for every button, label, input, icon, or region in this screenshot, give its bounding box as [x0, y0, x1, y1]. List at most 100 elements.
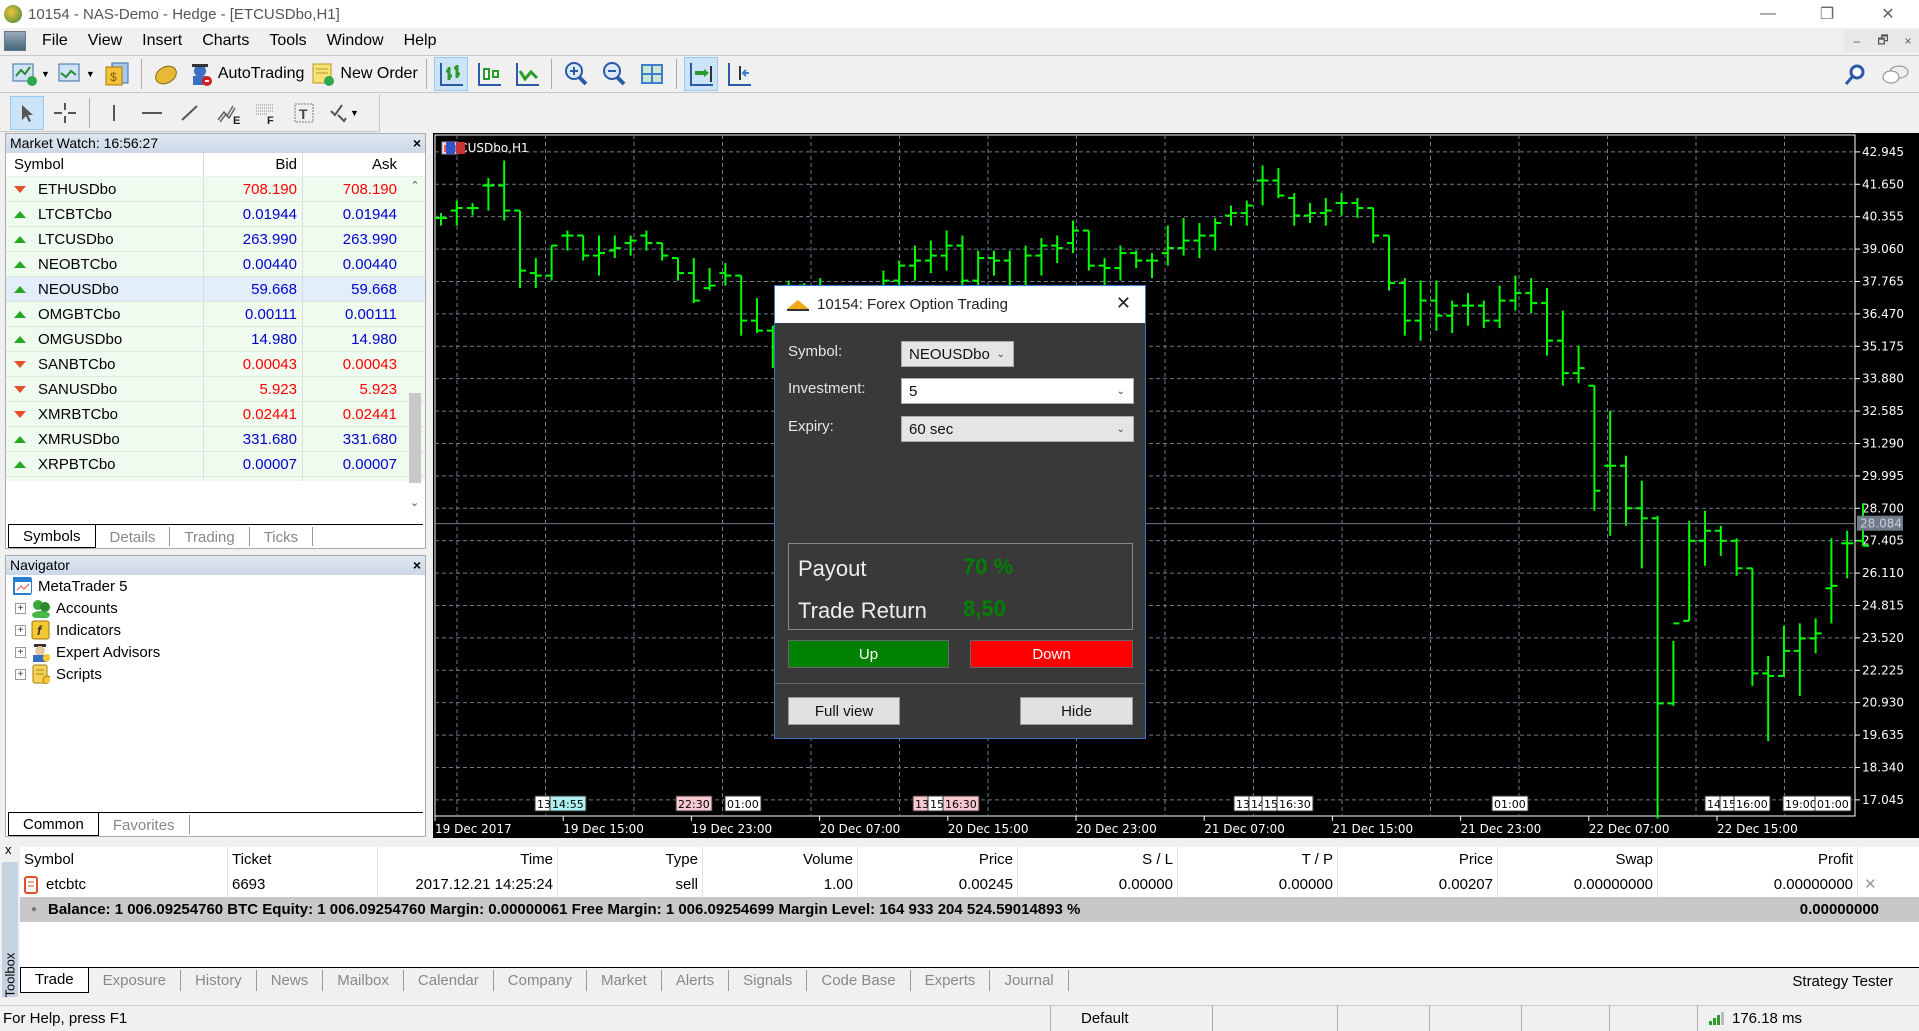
column-header[interactable]: Volume [703, 847, 858, 872]
hide-button[interactable]: Hide [1020, 697, 1133, 725]
down-button[interactable]: Down [970, 640, 1133, 668]
tab-symbols[interactable]: Symbols [8, 525, 96, 548]
column-bid[interactable]: Bid [204, 153, 303, 176]
full-view-button[interactable]: Full view [788, 697, 900, 725]
table-row[interactable]: etcbtc 6693 2017.12.21 14:25:24 sell 1.00 0.0… [20, 872, 1919, 897]
restore-button[interactable]: ❐ [1804, 0, 1850, 28]
navigator-close-button[interactable]: × [413, 556, 421, 575]
strategy-tester-button[interactable]: Strategy Tester [1792, 973, 1893, 990]
investment-input[interactable]: 5 ⌄ [901, 378, 1134, 404]
close-position-icon[interactable]: ✕ [1864, 872, 1877, 897]
expiry-select[interactable]: 60 sec ⌄ [901, 416, 1134, 442]
menu-charts[interactable]: Charts [192, 32, 259, 50]
market-watch-row[interactable]: SANBTCbo 0.00043 0.00043 [6, 352, 425, 377]
menu-insert[interactable]: Insert [132, 32, 192, 50]
market-watch-row[interactable]: LTCBTCbo 0.01944 0.01944 [6, 202, 425, 227]
chat-button[interactable] [1878, 58, 1912, 92]
tab-code-base[interactable]: Code Base [807, 970, 911, 991]
column-header[interactable]: Time [378, 847, 558, 872]
market-watch-row[interactable]: SANUSDbo 5.923 5.923 [6, 377, 425, 402]
nav-item-expert-advisors[interactable]: + Expert Advisors [6, 641, 425, 663]
zoom-out-button[interactable] [597, 57, 631, 91]
close-window-button[interactable]: ✕ [1865, 0, 1911, 28]
scroll-up-icon[interactable]: ⌃ [407, 179, 423, 192]
tab-details[interactable]: Details [96, 527, 171, 546]
tab-history[interactable]: History [181, 970, 257, 991]
new-chart-button[interactable]: ▼ [10, 57, 51, 91]
column-header[interactable]: S / L [1018, 847, 1178, 872]
market-watch-row[interactable]: XMRUSDbo 331.680 331.680 [6, 427, 425, 452]
cursor-button[interactable] [10, 95, 44, 130]
column-header[interactable]: Swap [1498, 847, 1658, 872]
toolbox-side-tab[interactable]: Toolbox [2, 862, 18, 998]
tab-market[interactable]: Market [587, 970, 662, 991]
dialog-close-button[interactable]: ✕ [1116, 293, 1131, 314]
vertical-line-button[interactable] [97, 96, 131, 130]
price-chart[interactable]: 42.945 41.650 40.355 39.060 37.765 36.470 35.1… [433, 133, 1919, 838]
nav-root-metatrader[interactable]: MetaTrader 5 [6, 575, 425, 597]
column-header[interactable]: Type [558, 847, 703, 872]
minimize-button[interactable]: — [1745, 0, 1791, 28]
expand-icon[interactable]: + [15, 668, 26, 680]
column-header[interactable]: T / P [1178, 847, 1338, 872]
bar-chart-button[interactable] [433, 57, 468, 91]
metaeditor-button[interactable] [149, 57, 183, 91]
column-header[interactable]: Ticket [228, 847, 378, 872]
market-watch-button[interactable]: $ [100, 57, 134, 91]
column-header[interactable]: Price [1338, 847, 1498, 872]
menu-view[interactable]: View [78, 32, 132, 50]
menu-tools[interactable]: Tools [259, 32, 316, 50]
market-watch-row[interactable]: OMGBTCbo 0.00111 0.00111 [6, 302, 425, 327]
nav-item-scripts[interactable]: + Scripts [6, 663, 425, 685]
menu-file[interactable]: File [32, 32, 78, 50]
tab-favorites[interactable]: Favorites [99, 815, 190, 834]
column-header[interactable]: Price [858, 847, 1018, 872]
nav-item-indicators[interactable]: + f Indicators [6, 619, 425, 641]
arrows-button[interactable]: ▼ [325, 96, 360, 130]
tab-ticks[interactable]: Ticks [250, 527, 314, 546]
scrollbar-thumb[interactable] [409, 393, 421, 483]
zoom-in-button[interactable] [559, 57, 593, 91]
menu-help[interactable]: Help [394, 32, 447, 50]
market-watch-row[interactable]: XRPBTCbo 0.00007 0.00007 [6, 452, 425, 477]
autotrading-button[interactable]: AutoTrading [187, 57, 306, 91]
tab-alerts[interactable]: Alerts [662, 970, 730, 991]
tab-company[interactable]: Company [494, 970, 587, 991]
scroll-down-icon[interactable]: ⌄ [410, 496, 419, 509]
column-symbol[interactable]: Symbol [6, 153, 204, 176]
mdi-close-button[interactable]: × [1895, 30, 1919, 52]
market-watch-row[interactable]: LTCUSDbo 263.990 263.990 [6, 227, 425, 252]
column-header[interactable]: Profit [1658, 847, 1858, 872]
market-watch-row[interactable]: NEOBTCbo 0.00440 0.00440 [6, 252, 425, 277]
menu-window[interactable]: Window [317, 32, 394, 50]
profiles-button[interactable]: ▼ [55, 57, 96, 91]
text-label-button[interactable]: T [287, 96, 321, 130]
tab-common[interactable]: Common [8, 813, 99, 836]
tab-experts[interactable]: Experts [911, 970, 991, 991]
candlesticks-button[interactable] [472, 57, 506, 91]
up-button[interactable]: Up [788, 640, 949, 668]
tab-trading[interactable]: Trading [170, 527, 250, 546]
mdi-restore-button[interactable]: 🗗 [1870, 30, 1896, 52]
market-watch-close-button[interactable]: × [413, 134, 421, 153]
market-watch-row[interactable]: OMGUSDbo 14.980 14.980 [6, 327, 425, 352]
toolbox-close-button[interactable]: x [5, 842, 12, 857]
line-chart-button[interactable] [510, 57, 544, 91]
mdi-minimize-button[interactable]: – [1844, 30, 1870, 52]
tab-calendar[interactable]: Calendar [404, 970, 494, 991]
column-header[interactable]: Symbol [20, 847, 228, 872]
crosshair-button[interactable] [48, 96, 82, 130]
auto-scroll-button[interactable] [683, 57, 718, 91]
market-watch-row[interactable]: ETHUSDbo 708.190 708.190 [6, 177, 425, 202]
column-ask[interactable]: Ask [303, 153, 402, 176]
market-watch-row[interactable]: XRPUSDbo 0.9700.970 [6, 477, 425, 481]
connection-status[interactable]: 176.18 ms [1697, 1005, 1802, 1031]
symbol-select[interactable]: NEOUSDbo ⌄ [901, 341, 1014, 367]
chart-canvas[interactable]: 42.945 41.650 40.355 39.060 37.765 36.470 35.1… [433, 133, 1919, 838]
expand-icon[interactable]: + [15, 602, 26, 614]
market-watch-row[interactable]: NEOUSDbo 59.668 59.668 [6, 277, 425, 302]
tab-news[interactable]: News [257, 970, 324, 991]
nav-item-accounts[interactable]: + Accounts [6, 597, 425, 619]
market-watch-scrollbar[interactable]: ⌃ ⌄ [407, 179, 423, 509]
tab-signals[interactable]: Signals [729, 970, 808, 991]
